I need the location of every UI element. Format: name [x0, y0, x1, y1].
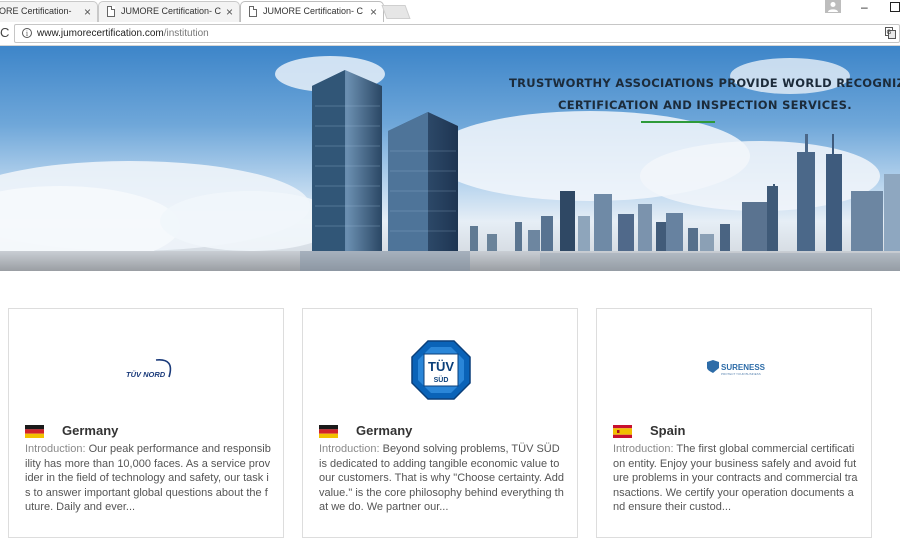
country-name: Germany	[356, 423, 413, 438]
browser-tab-2[interactable]: JUMORE Certification- C ×	[98, 1, 240, 22]
germany-flag-icon	[319, 425, 338, 438]
spain-flag-icon	[613, 425, 632, 438]
institution-card[interactable]: TÜV SÜD Germany Introduction: Beyond sol…	[302, 308, 578, 538]
tab-title: JUMORE Certification- C	[121, 6, 221, 16]
institution-card[interactable]: TÜV NORD Germany Introduction: Our peak …	[8, 308, 284, 538]
tuv-sud-wordmark: TÜV	[428, 359, 454, 374]
url-path: /institution	[163, 28, 209, 39]
institution-intro: Introduction: Beyond solving problems, T…	[319, 442, 565, 515]
reload-icon[interactable]: C	[0, 25, 9, 40]
translate-icon[interactable]: G	[885, 27, 896, 39]
sureness-logo[interactable]: SURENESS PROTECT YOUR BUSINESS	[597, 337, 871, 402]
svg-text:G: G	[887, 29, 892, 36]
browser-tab-1[interactable]: ORE Certification- C ×	[0, 1, 98, 22]
profile-icon[interactable]	[825, 0, 841, 13]
close-tab-icon[interactable]: ×	[84, 5, 91, 19]
tuv-nord-logo[interactable]: TÜV NORD	[9, 337, 283, 402]
sureness-tagline: PROTECT YOUR BUSINESS	[721, 372, 761, 376]
new-tab-button[interactable]	[381, 5, 411, 19]
institution-card[interactable]: SURENESS PROTECT YOUR BUSINESS Spain Int…	[596, 308, 872, 538]
intro-label: Introduction:	[613, 443, 674, 455]
tuv-nord-wordmark: TÜV NORD	[126, 370, 166, 379]
headline-divider	[641, 121, 715, 123]
intro-label: Introduction:	[25, 443, 86, 455]
institution-intro: Introduction: The first global commercia…	[613, 442, 859, 515]
tab-title: JUMORE Certification- C	[263, 6, 363, 16]
info-icon[interactable]: i	[22, 28, 32, 38]
page-icon	[107, 6, 115, 17]
institution-intro: Introduction: Our peak performance and r…	[25, 442, 271, 515]
tab-strip: ORE Certification- C × JUMORE Certificat…	[0, 0, 900, 22]
address-bar: C i www.jumorecertification.com/institut…	[0, 22, 900, 46]
sureness-wordmark: SURENESS	[721, 363, 766, 372]
url-text: www.jumorecertification.com/institution	[37, 28, 209, 39]
banner-headline-line-2: CERTIFICATION AND INSPECTION SERVICES.	[558, 98, 852, 112]
minimize-icon[interactable]: –	[861, 0, 868, 14]
browser-tab-3[interactable]: JUMORE Certification- C ×	[240, 1, 384, 22]
maximize-icon[interactable]	[890, 2, 900, 12]
tab-title: ORE Certification- C	[0, 6, 74, 16]
country-name: Germany	[62, 423, 119, 438]
url-field[interactable]: i www.jumorecertification.com/institutio…	[14, 24, 900, 43]
close-tab-icon[interactable]: ×	[370, 5, 377, 19]
hero-banner: TRUSTWORTHY ASSOCIATIONS PROVIDE WORLD R…	[0, 46, 900, 271]
banner-headline-line-1: TRUSTWORTHY ASSOCIATIONS PROVIDE WORLD R…	[509, 76, 900, 90]
country-name: Spain	[650, 423, 686, 438]
tuv-sud-logo[interactable]: TÜV SÜD	[303, 337, 577, 402]
url-host: www.jumorecertification.com	[37, 28, 164, 39]
tuv-sud-subtitle: SÜD	[434, 375, 449, 384]
germany-flag-icon	[25, 425, 44, 438]
close-tab-icon[interactable]: ×	[226, 5, 233, 19]
intro-label: Introduction:	[319, 443, 380, 455]
page-icon	[249, 6, 257, 17]
